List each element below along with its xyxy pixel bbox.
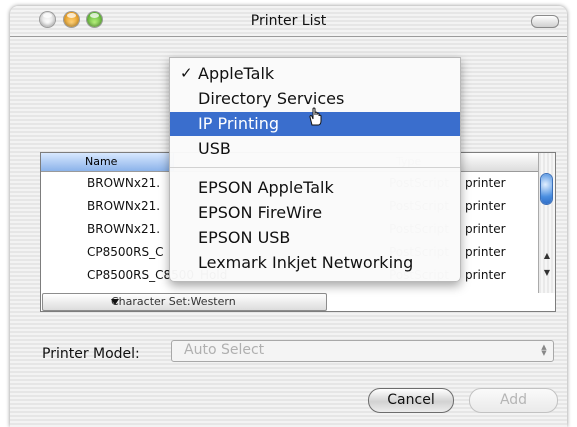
scroll-down-icon[interactable]: ▼ bbox=[542, 266, 552, 280]
printer-name: BROWNx21. bbox=[87, 176, 161, 190]
menu-item-epson-usb[interactable]: EPSON USB bbox=[170, 226, 460, 250]
printer-type: printer bbox=[465, 245, 506, 259]
window-title: Printer List bbox=[250, 13, 327, 29]
menu-item-label: AppleTalk bbox=[198, 64, 275, 83]
checkmark-icon: ✓ bbox=[180, 64, 193, 82]
printer-type: printer bbox=[465, 176, 506, 190]
scroll-up-icon[interactable]: ▲ bbox=[542, 249, 552, 263]
menu-item-label: USB bbox=[198, 139, 231, 158]
title-bar[interactable]: Printer List bbox=[10, 6, 567, 37]
character-set-label: Character Set:Western bbox=[111, 295, 236, 308]
vertical-scrollbar[interactable]: ▲ ▼ bbox=[538, 153, 555, 293]
menu-item-label: EPSON USB bbox=[198, 228, 291, 247]
menu-item-epson-appletalk[interactable]: EPSON AppleTalk bbox=[170, 176, 460, 200]
menu-item-appletalk[interactable]: ✓ AppleTalk bbox=[170, 62, 460, 86]
chevron-down-icon bbox=[111, 299, 119, 305]
printer-name: BROWNx21. bbox=[87, 199, 161, 213]
printer-name: BROWNx21. bbox=[87, 222, 161, 236]
printer-type: printer bbox=[465, 268, 506, 282]
printer-model-value: Auto Select bbox=[184, 342, 265, 358]
menu-item-epson-firewire[interactable]: EPSON FireWire bbox=[170, 201, 460, 225]
printer-model-select[interactable]: Auto Select ▲ ▼ bbox=[171, 340, 554, 362]
column-header-name[interactable]: Name bbox=[41, 153, 174, 171]
menu-item-lexmark-inkjet-networking[interactable]: Lexmark Inkjet Networking bbox=[170, 251, 460, 275]
printer-name: CP8500RS_C bbox=[87, 245, 164, 259]
menu-separator bbox=[170, 167, 460, 168]
toolbar-toggle-icon[interactable] bbox=[531, 15, 559, 28]
column-name-label: Name bbox=[85, 155, 118, 168]
connection-type-menu: ✓ AppleTalk Directory Services IP Printi… bbox=[169, 57, 461, 282]
scroll-thumb[interactable] bbox=[541, 174, 552, 204]
printer-type: printer bbox=[465, 222, 506, 236]
cancel-button[interactable]: Cancel bbox=[368, 388, 454, 413]
menu-item-label: EPSON FireWire bbox=[198, 203, 323, 222]
printer-model-label: Printer Model: bbox=[42, 346, 140, 362]
hand-cursor-icon bbox=[309, 107, 322, 126]
printer-type: printer bbox=[465, 199, 506, 213]
character-set-popup[interactable]: Character Set:Western bbox=[42, 293, 327, 311]
updown-arrows-icon: ▲ ▼ bbox=[541, 343, 547, 357]
menu-item-label: EPSON AppleTalk bbox=[198, 178, 334, 197]
add-button[interactable]: Add bbox=[469, 388, 558, 413]
menu-item-label: Lexmark Inkjet Networking bbox=[198, 253, 414, 272]
menu-item-label: IP Printing bbox=[198, 114, 279, 133]
menu-item-usb[interactable]: USB bbox=[170, 137, 460, 161]
